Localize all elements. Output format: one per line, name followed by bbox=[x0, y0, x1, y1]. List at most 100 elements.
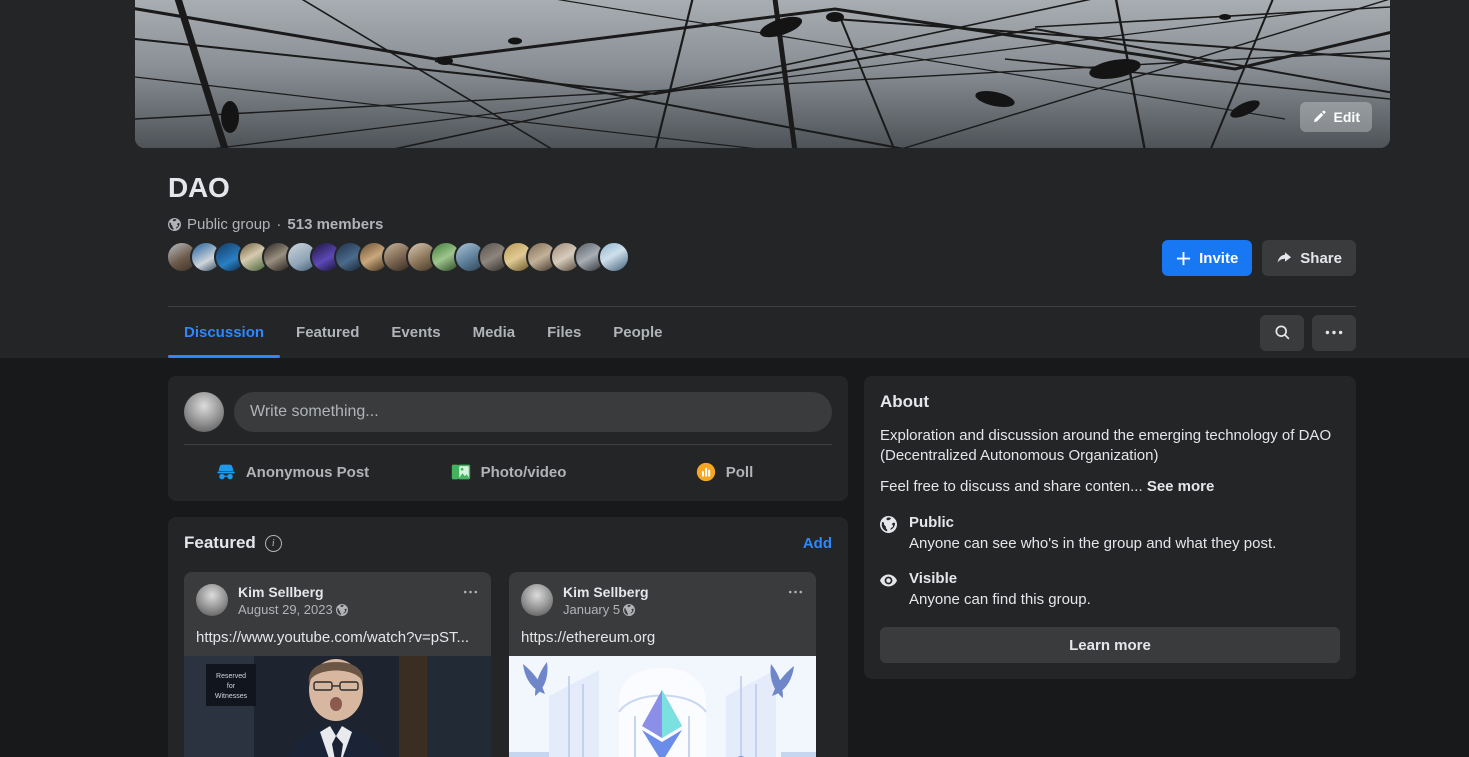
search-button[interactable] bbox=[1260, 314, 1304, 351]
post-link[interactable]: https://ethereum.org bbox=[509, 617, 816, 656]
svg-text:Witnesses: Witnesses bbox=[215, 693, 248, 700]
composer-actions: Anonymous Post Photo/video Poll bbox=[184, 444, 832, 501]
group-header: Edit DAO Public group · 513 members Invi… bbox=[0, 0, 1469, 358]
write-something-input[interactable]: Write something... bbox=[234, 392, 832, 432]
svg-text:for: for bbox=[227, 683, 236, 690]
featured-card-list: Kim Sellberg August 29, 2023 https://www… bbox=[184, 572, 832, 757]
post-menu-button[interactable] bbox=[462, 584, 479, 596]
post-composer: Write something... Anonymous Post Photo/… bbox=[168, 376, 848, 501]
tab-bar-actions bbox=[1260, 307, 1356, 358]
ellipsis-icon bbox=[1325, 330, 1343, 335]
photo-video-label: Photo/video bbox=[480, 463, 567, 481]
page-title: DAO bbox=[168, 172, 230, 203]
incognito-hat-icon bbox=[217, 464, 235, 480]
main-content: Write something... Anonymous Post Photo/… bbox=[168, 376, 1356, 757]
tabs: Discussion Featured Events Media Files P… bbox=[168, 307, 678, 358]
eye-icon bbox=[880, 574, 897, 587]
featured-card-header: Kim Sellberg August 29, 2023 bbox=[184, 572, 491, 617]
tab-media[interactable]: Media bbox=[457, 307, 532, 358]
globe-icon bbox=[623, 603, 636, 616]
post-menu-button[interactable] bbox=[787, 584, 804, 596]
poll-button[interactable]: Poll bbox=[616, 453, 832, 491]
globe-icon bbox=[335, 603, 348, 616]
tab-files[interactable]: Files bbox=[531, 307, 597, 358]
tab-featured[interactable]: Featured bbox=[280, 307, 375, 358]
about-title: About bbox=[880, 392, 930, 411]
search-icon bbox=[1274, 325, 1289, 340]
ellipsis-icon bbox=[463, 590, 478, 594]
tab-discussion[interactable]: Discussion bbox=[168, 307, 281, 358]
plus-icon bbox=[1177, 251, 1191, 265]
share-button[interactable]: Share bbox=[1262, 240, 1356, 276]
featured-card[interactable]: Kim Sellberg January 5 https://ethereum.… bbox=[509, 572, 816, 757]
right-column: About Exploration and discussion around … bbox=[864, 376, 1356, 757]
tab-label: Files bbox=[547, 324, 582, 341]
members-count[interactable]: 513 members bbox=[287, 216, 383, 233]
featured-header: Featured i Add bbox=[184, 533, 832, 553]
share-label: Share bbox=[1300, 249, 1342, 267]
tab-label: People bbox=[613, 324, 663, 341]
tab-people[interactable]: People bbox=[597, 307, 678, 358]
post-link[interactable]: https://www.youtube.com/watch?v=pST... bbox=[184, 617, 491, 656]
ethereum-illustration-thumbnail bbox=[509, 656, 816, 757]
composer-placeholder: Write something... bbox=[250, 403, 379, 420]
tab-label: Featured bbox=[296, 324, 360, 341]
youtube-testimony-thumbnail: Reserved for Witnesses bbox=[184, 656, 491, 757]
avatar[interactable] bbox=[184, 392, 224, 432]
globe-icon bbox=[168, 218, 181, 231]
tab-label: Media bbox=[472, 324, 516, 341]
group-meta: Public group · 513 members bbox=[168, 216, 383, 233]
about-panel: About Exploration and discussion around … bbox=[864, 376, 1356, 679]
left-column: Write something... Anonymous Post Photo/… bbox=[168, 376, 848, 757]
about-row-public: Public Anyone can see who's in the group… bbox=[880, 514, 1340, 553]
tab-events[interactable]: Events bbox=[375, 307, 456, 358]
poll-label: Poll bbox=[725, 463, 754, 481]
post-author[interactable]: Kim Sellberg bbox=[563, 584, 777, 600]
post-author[interactable]: Kim Sellberg bbox=[238, 584, 452, 600]
poll-icon bbox=[696, 462, 715, 482]
see-more-button[interactable]: See more bbox=[1147, 478, 1215, 495]
about-row-title: Visible bbox=[909, 570, 958, 587]
featured-card-header: Kim Sellberg January 5 bbox=[509, 572, 816, 617]
avatar[interactable] bbox=[598, 241, 630, 273]
about-row-icon bbox=[880, 514, 897, 553]
anonymous-post-label: Anonymous Post bbox=[245, 463, 370, 481]
post-thumbnail[interactable]: Reserved for Witnesses bbox=[184, 656, 491, 757]
about-description: Exploration and discussion around the em… bbox=[880, 427, 1332, 464]
featured-title-wrap: Featured i bbox=[184, 533, 282, 553]
more-options-button[interactable] bbox=[1312, 314, 1356, 351]
featured-title: Featured bbox=[184, 533, 256, 552]
svg-text:Reserved: Reserved bbox=[216, 673, 246, 680]
post-thumbnail[interactable] bbox=[509, 656, 816, 757]
featured-add-button[interactable]: Add bbox=[803, 535, 832, 552]
ellipsis-icon bbox=[788, 590, 803, 594]
group-tab-bar: Discussion Featured Events Media Files P… bbox=[168, 306, 1356, 358]
learn-more-button[interactable]: Learn more bbox=[880, 627, 1340, 663]
avatar[interactable] bbox=[196, 584, 228, 616]
edit-cover-button[interactable]: Edit bbox=[1299, 102, 1372, 132]
group-privacy-label: Public group bbox=[187, 216, 271, 233]
post-date: August 29, 2023 bbox=[238, 602, 333, 617]
cover-photo[interactable]: Edit bbox=[135, 0, 1390, 148]
member-avatars[interactable] bbox=[166, 241, 630, 273]
invite-button[interactable]: Invite bbox=[1162, 240, 1253, 276]
edit-label: Edit bbox=[1333, 109, 1360, 125]
tab-label: Events bbox=[391, 324, 441, 341]
anonymous-post-button[interactable]: Anonymous Post bbox=[184, 453, 400, 491]
info-icon[interactable]: i bbox=[264, 534, 282, 552]
photo-video-icon bbox=[451, 464, 470, 480]
globe-icon bbox=[880, 516, 897, 533]
about-description-secondary: Feel free to discuss and share conten...… bbox=[880, 477, 1340, 497]
pencil-icon bbox=[1313, 110, 1325, 122]
about-row-icon bbox=[880, 570, 897, 609]
featured-card[interactable]: Kim Sellberg August 29, 2023 https://www… bbox=[184, 572, 491, 757]
featured-card-meta: Kim Sellberg August 29, 2023 bbox=[238, 584, 452, 617]
about-row-subtitle: Anyone can find this group. bbox=[909, 591, 1091, 608]
share-arrow-icon bbox=[1277, 252, 1292, 263]
photo-video-button[interactable]: Photo/video bbox=[400, 453, 616, 491]
avatar[interactable] bbox=[521, 584, 553, 616]
post-date-row: January 5 bbox=[563, 602, 777, 617]
group-page: Edit DAO Public group · 513 members Invi… bbox=[0, 0, 1469, 757]
about-row-visible: Visible Anyone can find this group. bbox=[880, 570, 1340, 609]
tab-label: Discussion bbox=[184, 324, 265, 341]
